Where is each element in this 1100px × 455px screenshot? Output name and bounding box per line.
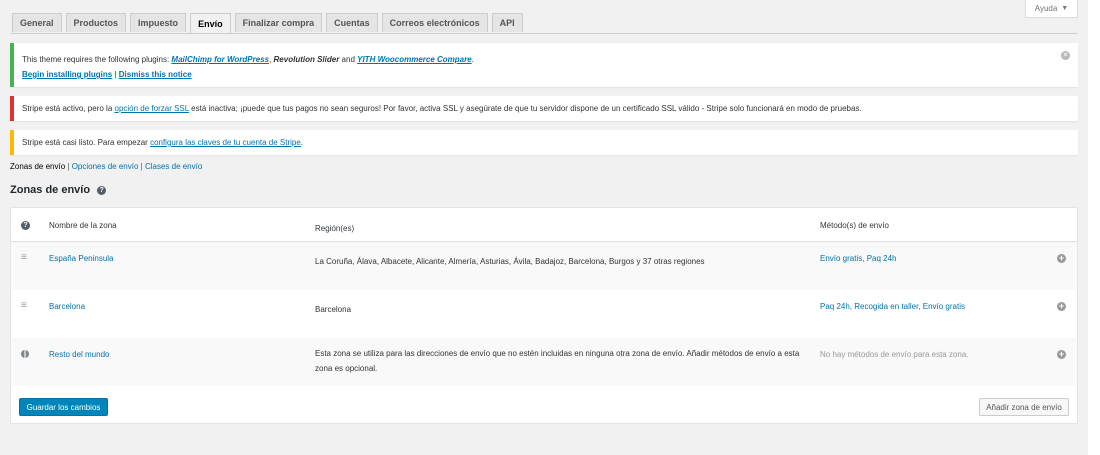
tab-envio[interactable]: Envío (190, 13, 231, 33)
tab-api[interactable]: API (491, 13, 523, 32)
tab-finalizar-compra[interactable]: Finalizar compra (234, 13, 323, 32)
help-icon[interactable]: ? (21, 221, 30, 230)
notice-text: está inactiva; ¡puede que tus pagos no s… (188, 104, 862, 113)
stripe-notice: Stripe está casi listo. Para empezar con… (10, 130, 1078, 155)
add-method-icon[interactable]: + (1057, 302, 1066, 311)
yith-compare-plugin-link[interactable]: YITH Woocommerce Compare (357, 55, 472, 64)
revolution-slider-label: Revolution Slider (273, 55, 340, 64)
subnav-zones[interactable]: Zonas de envío (10, 162, 65, 171)
table-row: Resto del mundo Esta zona se utiliza par… (11, 338, 1077, 386)
notice-text: Stripe está casi listo. Para empezar (22, 138, 151, 147)
chevron-down-icon: ▼ (1061, 5, 1069, 12)
zone-region: La Coruña, Álava, Albacete, Alicante, Al… (315, 257, 705, 266)
page-title-text: Zonas de envío (10, 184, 91, 196)
zone-name-link[interactable]: Resto del mundo (49, 350, 109, 359)
page-title: Zonas de envío ? (10, 184, 107, 196)
notice-text: This theme requires the following plugin… (22, 55, 172, 64)
help-icon[interactable]: ? (97, 185, 107, 195)
shipping-zones-table: ? Nombre de la zona Región(es) Método(s)… (10, 207, 1078, 424)
close-icon[interactable]: ✕ (1061, 51, 1070, 60)
ssl-notice: Stripe está activo, pero la opción de fo… (10, 96, 1078, 121)
plugins-notice-actions: Begin installing plugins | Dismiss this … (22, 70, 192, 79)
globe-icon (21, 350, 29, 358)
table-header: ? Nombre de la zona Región(es) Método(s)… (11, 208, 1077, 242)
subnav-classes[interactable]: Clases de envío (145, 162, 202, 171)
shipping-subnav: Zonas de envío | Opciones de envío | Cla… (10, 162, 202, 171)
begin-installing-link[interactable]: Begin installing plugins (22, 70, 112, 79)
tab-cuentas[interactable]: Cuentas (326, 13, 378, 32)
zone-methods-link[interactable]: Paq 24h, Recogida en taller, Envío grati… (820, 302, 965, 311)
tab-correos[interactable]: Correos electrónicos (381, 13, 488, 32)
stripe-notice-text: Stripe está casi listo. Para empezar con… (22, 138, 303, 147)
subnav-options[interactable]: Opciones de envío (72, 162, 139, 171)
column-header-region: Región(es) (315, 224, 355, 233)
add-method-icon[interactable]: + (1057, 350, 1066, 359)
stripe-keys-link[interactable]: configura las claves de tu cuenta de Str… (150, 138, 301, 147)
table-row: ≡ España Peninsula La Coruña, Álava, Alb… (11, 242, 1077, 290)
tab-productos[interactable]: Productos (65, 13, 127, 32)
tabs-divider (10, 33, 1078, 34)
zone-region: Barcelona (315, 305, 352, 314)
settings-tabs: General Productos Impuesto Envío Finaliz… (12, 13, 527, 33)
help-button[interactable]: Ayuda ▼ (1025, 0, 1078, 18)
help-label: Ayuda (1034, 4, 1058, 13)
mailchimp-plugin-link[interactable]: MailChimp for WordPress (171, 55, 269, 64)
tab-impuesto[interactable]: Impuesto (130, 13, 187, 32)
column-header-name: Nombre de la zona (49, 221, 117, 230)
save-changes-button[interactable]: Guardar los cambios (19, 398, 108, 416)
add-method-icon[interactable]: + (1057, 254, 1066, 263)
and-text: and (339, 55, 358, 64)
zone-name-link[interactable]: Barcelona (49, 302, 85, 311)
right-edge (1088, 0, 1100, 455)
notice-text: Stripe está activo, pero la (22, 104, 115, 113)
plugins-notice-text: This theme requires the following plugin… (22, 55, 474, 64)
ssl-notice-text: Stripe está activo, pero la opción de fo… (22, 104, 862, 113)
zone-name-link[interactable]: España Peninsula (49, 254, 114, 263)
table-row: ≡ Barcelona Barcelona Paq 24h, Recogida … (11, 290, 1077, 338)
column-header-methods: Método(s) de envío (820, 221, 889, 230)
force-ssl-link[interactable]: opción de forzar SSL (115, 104, 189, 113)
add-zone-button[interactable]: Añadir zona de envío (979, 398, 1069, 416)
plugins-notice: This theme requires the following plugin… (10, 43, 1078, 87)
period: . (300, 138, 304, 147)
zone-methods-link[interactable]: Envío gratis, Paq 24h (820, 254, 897, 263)
tab-general[interactable]: General (12, 13, 62, 32)
drag-handle-icon[interactable]: ≡ (21, 253, 27, 263)
zone-methods-empty: No hay métodos de envío para esta zona. (820, 350, 969, 359)
dismiss-notice-link[interactable]: Dismiss this notice (119, 70, 192, 79)
drag-handle-icon[interactable]: ≡ (21, 301, 27, 311)
zone-region: Esta zona se utiliza para las direccione… (315, 349, 800, 373)
period: . (471, 55, 474, 64)
